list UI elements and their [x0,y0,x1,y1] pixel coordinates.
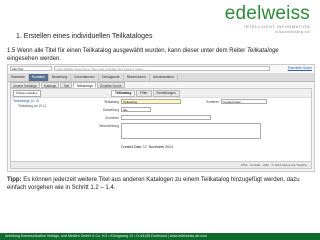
name-field[interactable]: Teilkatalog [121,99,181,104]
tip-label: Tipp: [7,177,22,183]
step-text-italic: Teilkataloge [246,48,279,54]
owner-field[interactable] [121,115,211,120]
nav-item-kontakte[interactable]: Kontakte [28,74,49,81]
app-footer: RSS · Kontakt · Hilfe · © 2014 Above the… [11,161,311,168]
logo-wordmark: edelweiss [224,3,310,24]
form-row-name: Teilkatalog Teilkatalog Sortieren Create… [81,99,309,105]
logo-subline: is Bauentwicklung von [275,30,310,34]
nav-item-rezensionen[interactable]: Rezensionen [124,74,150,81]
nav-item-administration[interactable]: Administration [150,74,178,81]
description-label: Beschreibung [99,124,120,128]
teilkatalog-form: Teilkatalog Teilkatalog Sortieren Create… [81,99,309,143]
main-nav: Startseite Kontakte Bestellung Informati… [8,74,314,82]
create-folder-button[interactable]: Ordner erstellen [13,90,41,97]
owner-label: Zuordnen [105,116,119,120]
form-row-owner: Zuordnen [81,115,309,121]
step-title: 1. Erstellen eines individuellen Teilkat… [16,33,153,40]
edelweiss-logo: edelweiss INTELLIGENT INFORMATION is Bau… [224,3,310,35]
search-scope-select[interactable]: Alle Titel [10,66,52,71]
form-row-filter: Darstellung alle [81,107,309,113]
created-date: Created Date: 17. November 2014 [121,145,173,149]
nav-item-bestellung[interactable]: Bestellung [49,74,72,81]
panel-tabs: Teilkatalog Filter Einstellungen [111,90,181,97]
sort-select[interactable]: Created Date [221,99,267,104]
step-text-suffix: eingesehen werden. [7,56,62,62]
tab-teilkatalog[interactable]: Teilkatalog [111,90,136,97]
sort-label: Sortieren [206,100,219,104]
step-description: 1.5 Wenn alle Titel für einen Teilkatalo… [7,47,307,63]
filter-label: Darstellung [102,108,119,112]
nav-item-startseite[interactable]: Startseite [8,74,29,81]
nav-item-informationen[interactable]: Informationen [71,74,99,81]
form-row-description: Beschreibung [81,123,309,139]
nav-item-schlagworte[interactable]: Schlagworte [99,74,124,81]
search-input[interactable]: Zum Katalog hinzufügen: Titel, oder Lese… [54,66,270,71]
catalog-tree: Teilkataloge (0 / 0) Teilkatalog ab 19.1… [13,99,77,109]
tip-text: Es können jederzeit weitere Titel aus an… [7,177,300,191]
search-bar: Alle Titel Zum Katalog hinzufügen: Titel… [8,65,314,74]
tab-einstellungen[interactable]: Einstellungen [152,90,180,97]
tab-filter[interactable]: Filter [136,90,152,97]
logo-tagline: INTELLIGENT INFORMATION [243,24,310,29]
teilkatalog-panel: Ordner erstellen Teilkatalog Filter Eins… [10,88,312,169]
tree-item-child[interactable]: Teilkatalog ab 19.11. [13,104,77,109]
description-field[interactable] [121,123,261,139]
embedded-screenshot: Alle Titel Zum Katalog hinzufügen: Titel… [7,64,315,172]
filter-select[interactable]: alle [121,107,151,112]
extended-search-link[interactable]: Erweiterte Suche [288,66,312,71]
panel-toolbar: Ordner erstellen Teilkatalog Filter Eins… [11,89,311,98]
page-footer: Anleitung Kommunikation Verlags- und Med… [0,233,320,240]
tip-box: Tipp: Es können jederzeit weitere Titel … [7,176,312,192]
step-text-prefix: 1.5 Wenn alle Titel für einen Teilkatalo… [7,48,246,54]
name-label: Teilkatalog [103,100,119,104]
